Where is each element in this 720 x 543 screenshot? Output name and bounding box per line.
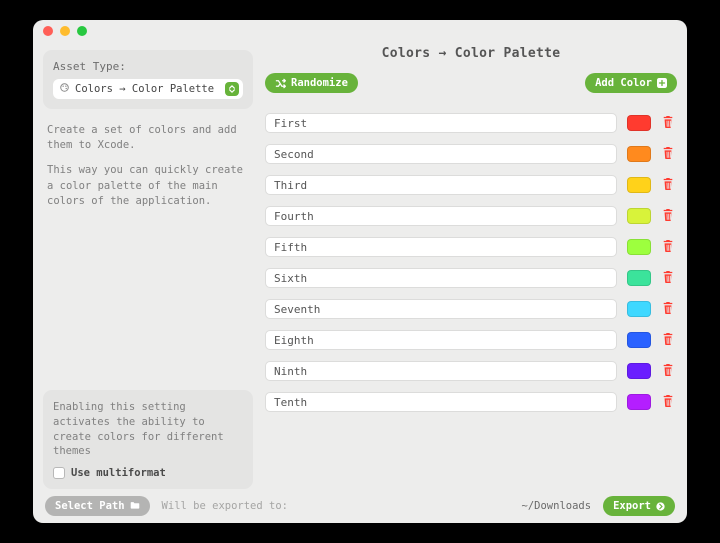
- color-row: [265, 206, 675, 226]
- color-row: [265, 330, 675, 350]
- color-row: [265, 144, 675, 164]
- color-swatch[interactable]: [627, 301, 651, 317]
- delete-color-button[interactable]: [661, 146, 675, 163]
- color-row: [265, 237, 675, 257]
- color-swatch[interactable]: [627, 115, 651, 131]
- multiformat-checkbox[interactable]: [53, 467, 65, 479]
- select-path-button[interactable]: Select Path: [45, 496, 150, 516]
- color-name-input[interactable]: [265, 299, 617, 319]
- trash-icon: [662, 239, 674, 256]
- app-window: Asset Type: Colors → Color Palette Creat…: [33, 20, 687, 523]
- color-name-input[interactable]: [265, 206, 617, 226]
- color-list: [265, 113, 677, 412]
- trash-icon: [662, 332, 674, 349]
- delete-color-button[interactable]: [661, 115, 675, 132]
- palette-icon: [59, 82, 70, 96]
- randomize-button[interactable]: Randomize: [265, 73, 358, 93]
- asset-type-value: Colors → Color Palette: [75, 83, 214, 95]
- color-name-input[interactable]: [265, 392, 617, 412]
- color-name-input[interactable]: [265, 268, 617, 288]
- trash-icon: [662, 177, 674, 194]
- color-swatch[interactable]: [627, 239, 651, 255]
- folder-icon: [130, 500, 140, 513]
- color-swatch[interactable]: [627, 394, 651, 410]
- multiformat-panel: Enabling this setting activates the abil…: [43, 390, 253, 489]
- color-name-input[interactable]: [265, 237, 617, 257]
- color-row: [265, 299, 675, 319]
- add-color-button[interactable]: Add Color: [585, 73, 677, 93]
- multiformat-hint: Enabling this setting activates the abil…: [53, 400, 243, 459]
- color-name-input[interactable]: [265, 361, 617, 381]
- main-pane: Colors → Color Palette Randomize Add Col…: [265, 42, 677, 489]
- export-button[interactable]: Export: [603, 496, 675, 516]
- trash-icon: [662, 301, 674, 318]
- footer: Select Path Will be exported to: ~/Downl…: [33, 489, 687, 523]
- delete-color-button[interactable]: [661, 394, 675, 411]
- color-row: [265, 268, 675, 288]
- shuffle-icon: [275, 78, 286, 89]
- asset-type-label: Asset Type:: [53, 60, 243, 73]
- zoom-button[interactable]: [77, 26, 87, 36]
- trash-icon: [662, 363, 674, 380]
- delete-color-button[interactable]: [661, 301, 675, 318]
- color-swatch[interactable]: [627, 332, 651, 348]
- toolbar: Randomize Add Color: [265, 73, 677, 93]
- color-swatch[interactable]: [627, 146, 651, 162]
- color-swatch[interactable]: [627, 208, 651, 224]
- chevron-updown-icon: [225, 82, 239, 96]
- asset-type-select[interactable]: Colors → Color Palette: [53, 79, 243, 99]
- color-swatch[interactable]: [627, 270, 651, 286]
- window-body: Asset Type: Colors → Color Palette Creat…: [33, 42, 687, 489]
- minimize-button[interactable]: [60, 26, 70, 36]
- titlebar: [33, 20, 687, 42]
- delete-color-button[interactable]: [661, 332, 675, 349]
- trash-icon: [662, 115, 674, 132]
- delete-color-button[interactable]: [661, 270, 675, 287]
- sidebar: Asset Type: Colors → Color Palette Creat…: [43, 42, 253, 489]
- color-row: [265, 361, 675, 381]
- multiformat-label: Use multiformat: [71, 467, 166, 479]
- export-path: ~/Downloads: [522, 500, 592, 512]
- close-button[interactable]: [43, 26, 53, 36]
- color-name-input[interactable]: [265, 113, 617, 133]
- trash-icon: [662, 146, 674, 163]
- color-swatch[interactable]: [627, 363, 651, 379]
- delete-color-button[interactable]: [661, 208, 675, 225]
- color-row: [265, 113, 675, 133]
- trash-icon: [662, 270, 674, 287]
- trash-icon: [662, 394, 674, 411]
- export-hint: Will be exported to:: [162, 500, 288, 512]
- color-row: [265, 392, 675, 412]
- page-title: Colors → Color Palette: [265, 46, 677, 61]
- color-name-input[interactable]: [265, 144, 617, 164]
- asset-type-panel: Asset Type: Colors → Color Palette: [43, 50, 253, 109]
- delete-color-button[interactable]: [661, 363, 675, 380]
- color-row: [265, 175, 675, 195]
- color-name-input[interactable]: [265, 175, 617, 195]
- delete-color-button[interactable]: [661, 177, 675, 194]
- plus-icon: [657, 78, 667, 88]
- delete-color-button[interactable]: [661, 239, 675, 256]
- trash-icon: [662, 208, 674, 225]
- color-swatch[interactable]: [627, 177, 651, 193]
- color-name-input[interactable]: [265, 330, 617, 350]
- chevron-right-icon: [656, 502, 665, 511]
- description-text: Create a set of colors and add them to X…: [43, 119, 253, 219]
